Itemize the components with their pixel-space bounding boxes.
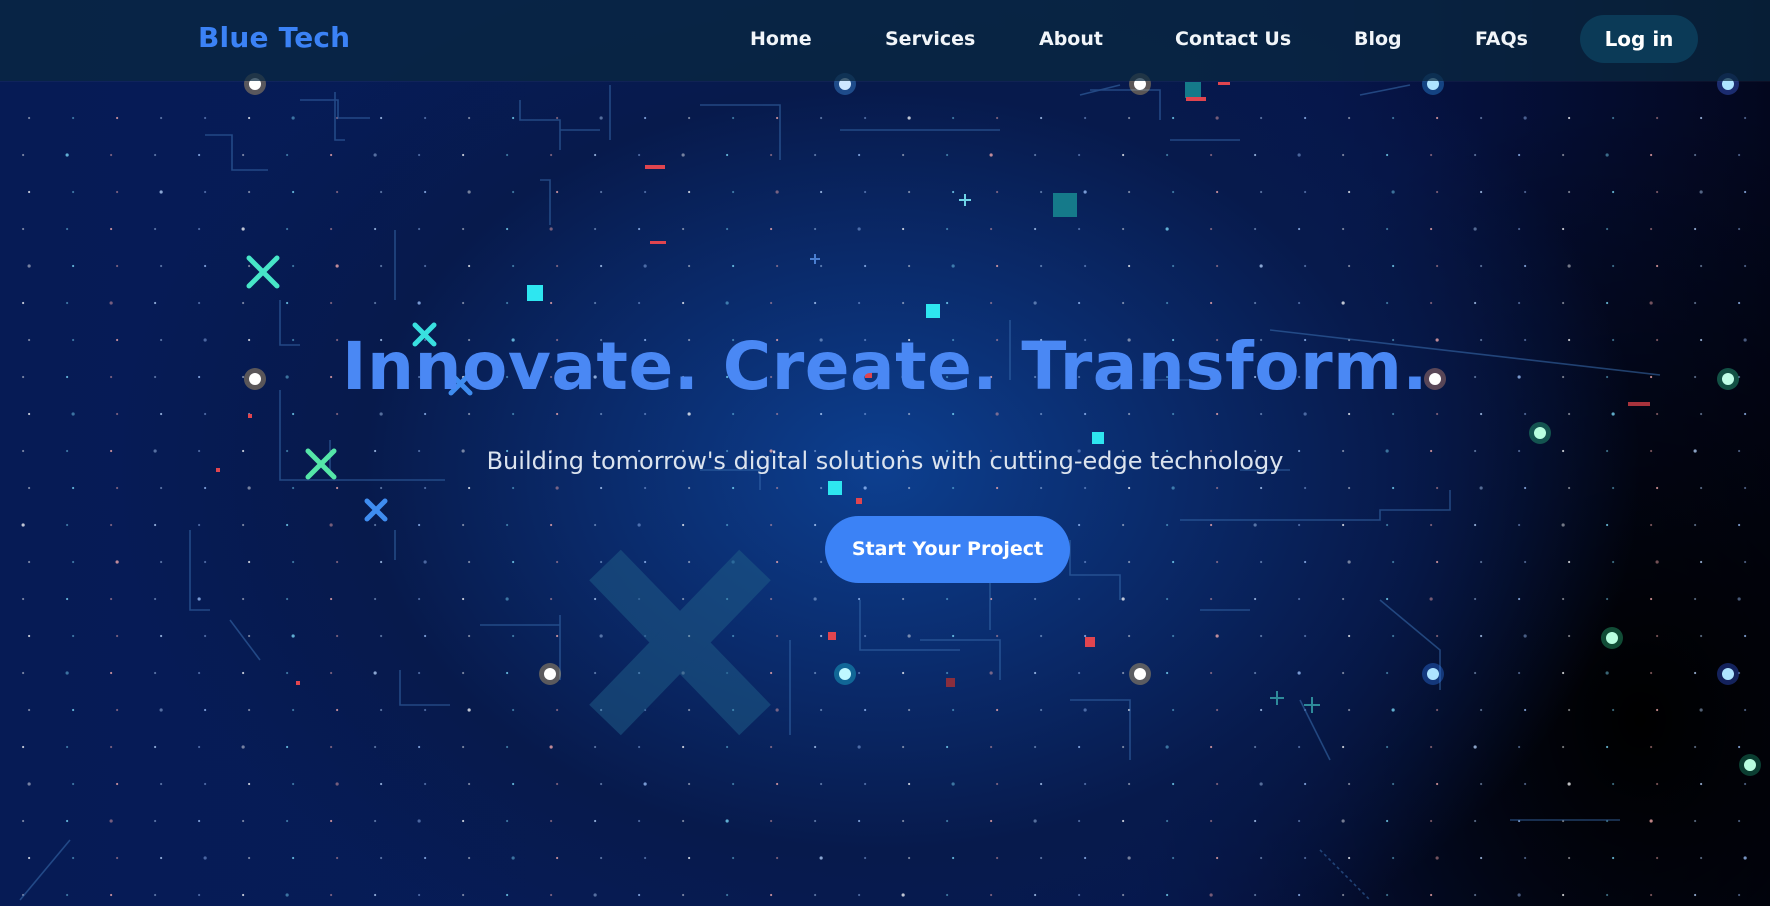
background-dot-grid [21,116,1747,897]
plus-icon [1304,697,1320,713]
square-icon [828,481,842,495]
nav-link-blog[interactable]: Blog [1354,28,1402,50]
square-icon [1092,432,1104,444]
hero-title: Innovate. Create. Transform. [341,328,1429,405]
nav-link-about[interactable]: About [1039,28,1103,50]
x-mark-icon [246,255,280,289]
plus-icon [810,254,820,264]
top-navbar: Blue Tech Home Services About Contact Us… [0,0,1770,81]
nav-link-faqs[interactable]: FAQs [1475,28,1528,50]
large-x-watermark-icon [589,549,771,736]
login-button[interactable]: Log in [1580,15,1698,63]
square-icon [926,304,940,318]
nav-link-contact-us[interactable]: Contact Us [1175,28,1291,50]
square-icon [1053,193,1077,217]
start-project-button[interactable]: Start Your Project [825,516,1070,583]
landing-page: Blue Tech Home Services About Contact Us… [0,0,1770,906]
cyan-squares [527,82,1201,495]
nav-link-home[interactable]: Home [750,28,812,50]
hero-subtitle: Building tomorrow's digital solutions wi… [486,447,1284,475]
nav-links: Home Services About Contact Us Blog FAQs [0,28,1770,54]
x-mark-icon [364,498,388,522]
plus-icon [959,194,971,206]
nav-link-services[interactable]: Services [885,28,975,50]
square-icon [527,285,543,301]
plus-icon [1270,691,1284,705]
glowing-orbs [244,73,1761,776]
square-icon [1185,82,1201,98]
